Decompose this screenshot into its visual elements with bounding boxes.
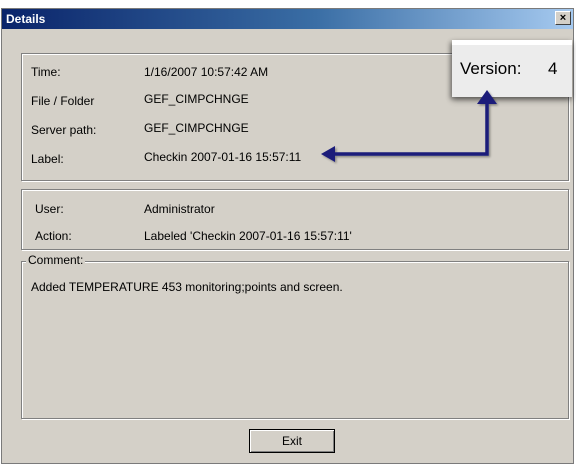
title-bar: Details × [2, 9, 573, 29]
action-label: Action: [35, 229, 72, 243]
exit-button[interactable]: Exit [249, 429, 335, 453]
server-path-label: Server path: [31, 123, 97, 137]
close-icon: × [559, 12, 567, 24]
user-value: Administrator [144, 202, 215, 216]
user-label: User: [35, 202, 64, 216]
label-label: Label: [31, 152, 64, 166]
window-title: Details [6, 12, 46, 26]
close-button[interactable]: × [555, 11, 571, 25]
action-value: Labeled 'Checkin 2007-01-16 15:57:11' [144, 229, 352, 243]
label-value: Checkin 2007-01-16 15:57:11 [144, 150, 302, 164]
time-value: 1/16/2007 10:57:42 AM [144, 65, 269, 79]
file-folder-label: File / Folder [31, 94, 95, 108]
version-callout: Version: 4 [452, 40, 572, 97]
file-folder-value: GEF_CIMPCHNGE [144, 92, 249, 106]
server-path-value: GEF_CIMPCHNGE [144, 121, 249, 135]
comment-legend: Comment: [26, 253, 86, 267]
version-value: 4 [548, 59, 558, 78]
comment-text: Added TEMPERATURE 453 monitoring;points … [31, 280, 343, 294]
time-label: Time: [31, 65, 61, 79]
version-label: Version: [460, 59, 522, 78]
